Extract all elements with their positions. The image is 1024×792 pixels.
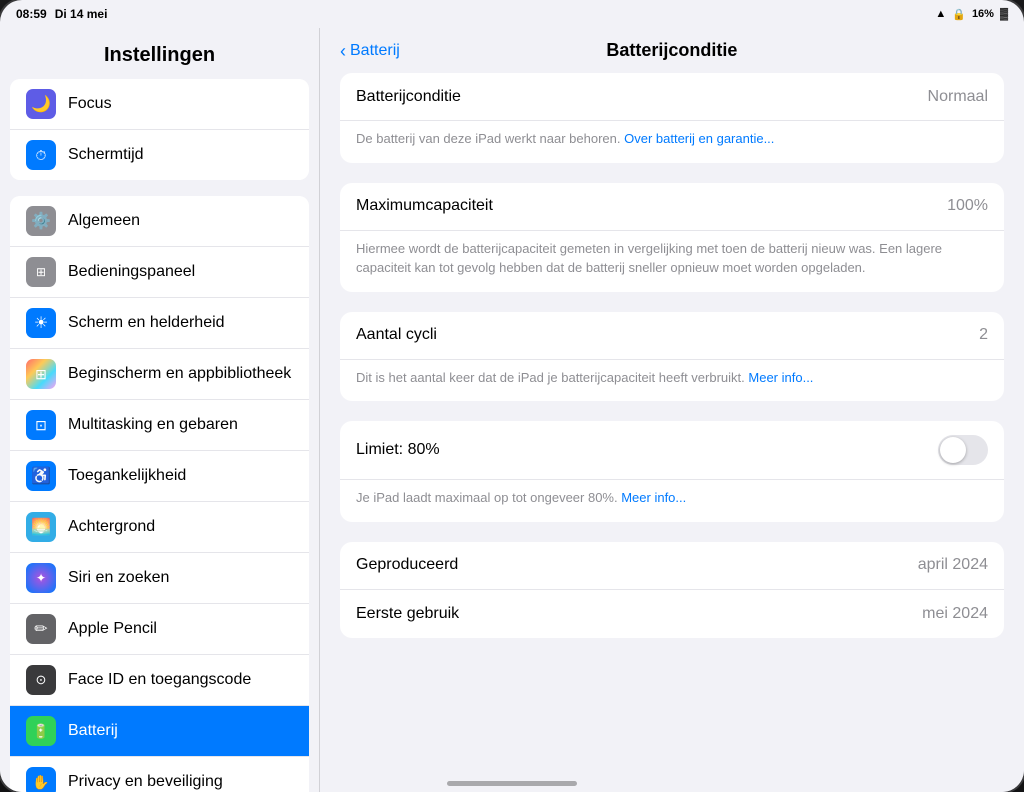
sidebar-item-multitasking[interactable]: ⊡ Multitasking en gebaren — [10, 400, 309, 451]
eerste-gebruik-value: mei 2024 — [922, 605, 988, 623]
multitasking-icon: ⊡ — [26, 410, 56, 440]
beginscherm-icon: ⊞ — [26, 359, 56, 389]
sidebar-item-privacy[interactable]: ✋ Privacy en beveiliging — [10, 757, 309, 792]
battery-icon: ▓ — [1000, 8, 1008, 20]
sidebar-item-siri[interactable]: ✦ Siri en zoeken — [10, 553, 309, 604]
back-label: Batterij — [350, 42, 400, 60]
batterij-icon: 🔋 — [26, 716, 56, 746]
sidebar-label-siri: Siri en zoeken — [68, 569, 169, 587]
detail-title: Batterijconditie — [400, 40, 944, 61]
cycli-row: Aantal cycli 2 — [340, 312, 1004, 360]
dates-card: Geproduceerd april 2024 Eerste gebruik m… — [340, 542, 1004, 638]
battery-percent: 16% — [972, 8, 994, 20]
back-button[interactable]: ‹ Batterij — [340, 42, 400, 60]
siri-icon: ✦ — [26, 563, 56, 593]
sidebar-label-privacy: Privacy en beveiliging — [68, 773, 223, 791]
status-time: 08:59 — [16, 7, 47, 21]
sidebar-label-scherm: Scherm en helderheid — [68, 314, 225, 332]
limiet-card: Limiet: 80% Je iPad laadt maximaal op to… — [340, 421, 1004, 522]
sidebar-item-achtergrond[interactable]: 🌅 Achtergrond — [10, 502, 309, 553]
capaciteit-description: Hiermee wordt de batterijcapaciteit geme… — [340, 231, 1004, 292]
schermtijd-icon: ⏱ — [26, 140, 56, 170]
sidebar-label-achtergrond: Achtergrond — [68, 518, 155, 536]
limiet-row: Limiet: 80% — [340, 421, 1004, 480]
sidebar-title: Instellingen — [0, 28, 319, 79]
status-bar: 08:59 Di 14 mei ▲ 🔒 16% ▓ — [0, 0, 1024, 28]
sidebar-group-1: 🌙 Focus ⏱ Schermtijd — [10, 79, 309, 180]
geproduceerd-label: Geproduceerd — [356, 556, 458, 574]
sidebar-item-schermtijd[interactable]: ⏱ Schermtijd — [10, 130, 309, 180]
sidebar-item-toegankelijkheid[interactable]: ♿ Toegankelijkheid — [10, 451, 309, 502]
cycli-card: Aantal cycli 2 Dit is het aantal keer da… — [340, 312, 1004, 402]
home-indicator — [447, 781, 577, 786]
sidebar-item-faceid[interactable]: ⊙ Face ID en toegangscode — [10, 655, 309, 706]
main-content: Instellingen 🌙 Focus ⏱ Schermtijd — [0, 28, 1024, 792]
bedieningspaneel-icon: ⊞ — [26, 257, 56, 287]
eerste-gebruik-row: Eerste gebruik mei 2024 — [340, 590, 1004, 638]
wifi-icon: ▲ — [935, 8, 946, 20]
limiet-toggle[interactable] — [938, 435, 988, 465]
geproduceerd-row: Geproduceerd april 2024 — [340, 542, 1004, 590]
geproduceerd-value: april 2024 — [918, 556, 988, 574]
capaciteit-value: 100% — [947, 197, 988, 215]
detail-body: Batterijconditie Normaal De batterij van… — [320, 73, 1024, 678]
capaciteit-label: Maximumcapaciteit — [356, 197, 493, 215]
sidebar-label-schermtijd: Schermtijd — [68, 146, 144, 164]
focus-icon: 🌙 — [26, 89, 56, 119]
sidebar-label-applepencil: Apple Pencil — [68, 620, 157, 638]
ipad-frame: 08:59 Di 14 mei ▲ 🔒 16% ▓ Instellingen 🌙… — [0, 0, 1024, 792]
cycli-link[interactable]: Meer info... — [748, 370, 813, 385]
sidebar-item-applepencil[interactable]: ✏ Apple Pencil — [10, 604, 309, 655]
achtergrond-icon: 🌅 — [26, 512, 56, 542]
limiet-description: Je iPad laadt maximaal op tot ongeveer 8… — [340, 480, 1004, 522]
cycli-value: 2 — [979, 326, 988, 344]
sidebar-item-batterij[interactable]: 🔋 Batterij — [10, 706, 309, 757]
faceid-icon: ⊙ — [26, 665, 56, 695]
sidebar-label-toegankelijkheid: Toegankelijkheid — [68, 467, 186, 485]
toggle-knob — [940, 437, 966, 463]
limiet-link[interactable]: Meer info... — [621, 490, 686, 505]
capaciteit-card: Maximumcapaciteit 100% Hiermee wordt de … — [340, 183, 1004, 292]
back-chevron-icon: ‹ — [340, 42, 346, 60]
sidebar-item-focus[interactable]: 🌙 Focus — [10, 79, 309, 130]
conditie-value: Normaal — [928, 88, 988, 106]
capaciteit-row: Maximumcapaciteit 100% — [340, 183, 1004, 231]
scherm-icon: ☀ — [26, 308, 56, 338]
status-left: 08:59 Di 14 mei — [16, 7, 107, 21]
sidebar-label-focus: Focus — [68, 95, 112, 113]
cycli-label: Aantal cycli — [356, 326, 437, 344]
limiet-label: Limiet: 80% — [356, 441, 440, 459]
conditie-description: De batterij van deze iPad werkt naar beh… — [340, 121, 1004, 163]
conditie-label: Batterijconditie — [356, 88, 461, 106]
sidebar-label-bedieningspaneel: Bedieningspaneel — [68, 263, 195, 281]
sidebar-label-algemeen: Algemeen — [68, 212, 140, 230]
sidebar-label-beginscherm: Beginscherm en appbibliotheek — [68, 365, 291, 383]
status-right: ▲ 🔒 16% ▓ — [935, 8, 1008, 21]
toegankelijkheid-icon: ♿ — [26, 461, 56, 491]
conditie-link[interactable]: Over batterij en garantie... — [624, 131, 774, 146]
eerste-gebruik-label: Eerste gebruik — [356, 605, 459, 623]
sidebar-label-multitasking: Multitasking en gebaren — [68, 416, 238, 434]
lock-icon: 🔒 — [952, 8, 966, 21]
privacy-icon: ✋ — [26, 767, 56, 792]
sidebar-group-2: ⚙️ Algemeen ⊞ Bedieningspaneel ☀ Scherm … — [10, 196, 309, 792]
detail-pane: ‹ Batterij Batterijconditie Batterijcond… — [320, 28, 1024, 792]
cycli-description: Dit is het aantal keer dat de iPad je ba… — [340, 360, 1004, 402]
sidebar: Instellingen 🌙 Focus ⏱ Schermtijd — [0, 28, 320, 792]
applepencil-icon: ✏ — [26, 614, 56, 644]
detail-header: ‹ Batterij Batterijconditie — [320, 28, 1024, 73]
sidebar-item-scherm[interactable]: ☀ Scherm en helderheid — [10, 298, 309, 349]
status-date: Di 14 mei — [55, 7, 108, 21]
sidebar-item-algemeen[interactable]: ⚙️ Algemeen — [10, 196, 309, 247]
sidebar-item-bedieningspaneel[interactable]: ⊞ Bedieningspaneel — [10, 247, 309, 298]
algemeen-icon: ⚙️ — [26, 206, 56, 236]
conditie-row: Batterijconditie Normaal — [340, 73, 1004, 121]
sidebar-label-batterij: Batterij — [68, 722, 118, 740]
sidebar-label-faceid: Face ID en toegangscode — [68, 671, 251, 689]
conditie-card: Batterijconditie Normaal De batterij van… — [340, 73, 1004, 163]
sidebar-item-beginscherm[interactable]: ⊞ Beginscherm en appbibliotheek — [10, 349, 309, 400]
